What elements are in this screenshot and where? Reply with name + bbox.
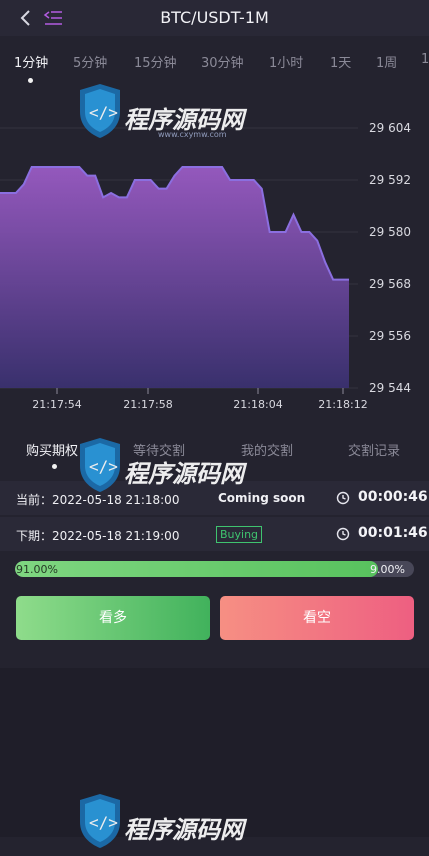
active-period-indicator xyxy=(28,78,33,83)
watermark-text: 程序源码网 xyxy=(124,816,244,844)
page-title: BTC/USDT-1M xyxy=(160,8,269,27)
watermark-logo: </> 程序源码网 xyxy=(76,792,266,856)
period-1h[interactable]: 1小时 xyxy=(269,52,303,71)
buy-long-button[interactable]: 看多 xyxy=(16,596,210,640)
watermark-logo: </> 程序源码网 xyxy=(76,436,266,500)
next-countdown: 00:01:46 xyxy=(358,525,428,541)
clock-icon xyxy=(336,491,350,505)
short-ratio-label: 9.00% xyxy=(370,563,405,576)
x-tick-label: 21:18:12 xyxy=(318,398,367,411)
active-tab-indicator xyxy=(52,464,57,469)
buying-status-badge: Buying xyxy=(216,526,263,543)
clock-icon xyxy=(336,527,350,541)
price-area xyxy=(0,167,349,388)
svg-text:</>: </> xyxy=(89,457,118,476)
long-ratio-label: 91.00% xyxy=(16,563,58,576)
y-tick-label: 29 556 xyxy=(369,329,411,343)
tab-delivery-records[interactable]: 交割记录 xyxy=(348,440,400,459)
current-countdown: 00:00:46 xyxy=(358,489,428,505)
x-tick-label: 21:17:54 xyxy=(32,398,81,411)
svg-text:</>: </> xyxy=(89,103,118,122)
x-tick-label: 21:18:04 xyxy=(233,398,282,411)
next-period-row: 下期：2022-05-18 21:19:00 Buying 00:01:46 xyxy=(0,517,429,551)
period-15m[interactable]: 15分钟 xyxy=(134,52,177,71)
watermark-logo: </> 程序源码网 www.cxymw.com xyxy=(76,82,266,146)
y-tick-label: 29 544 xyxy=(369,381,411,395)
x-tick-label: 21:17:58 xyxy=(123,398,172,411)
long-ratio-fill xyxy=(15,561,379,577)
y-tick-label: 29 604 xyxy=(369,121,411,135)
period-30m[interactable]: 30分钟 xyxy=(201,52,244,71)
buy-short-button[interactable]: 看空 xyxy=(220,596,414,640)
period-more[interactable]: 1 xyxy=(421,52,429,67)
y-tick-label: 29 580 xyxy=(369,225,411,239)
period-1m[interactable]: 1分钟 xyxy=(14,52,48,71)
period-tabs: 1分钟 5分钟 15分钟 30分钟 1小时 1天 1周 1 xyxy=(0,46,429,82)
period-1w[interactable]: 1周 xyxy=(376,52,397,71)
top-bar: BTC/USDT-1M xyxy=(0,0,429,36)
y-tick-label: 29 568 xyxy=(369,277,411,291)
period-5m[interactable]: 5分钟 xyxy=(73,52,107,71)
svg-text:</>: </> xyxy=(89,813,118,832)
tab-buy-option[interactable]: 购买期权 xyxy=(26,440,78,459)
next-period-label: 下期：2022-05-18 21:19:00 xyxy=(16,529,180,543)
watermark-text: 程序源码网 xyxy=(124,460,244,488)
watermark-url: www.cxymw.com xyxy=(158,130,227,139)
y-tick-label: 29 592 xyxy=(369,173,411,187)
period-1d[interactable]: 1天 xyxy=(330,52,351,71)
long-short-ratio-bar xyxy=(15,561,414,577)
